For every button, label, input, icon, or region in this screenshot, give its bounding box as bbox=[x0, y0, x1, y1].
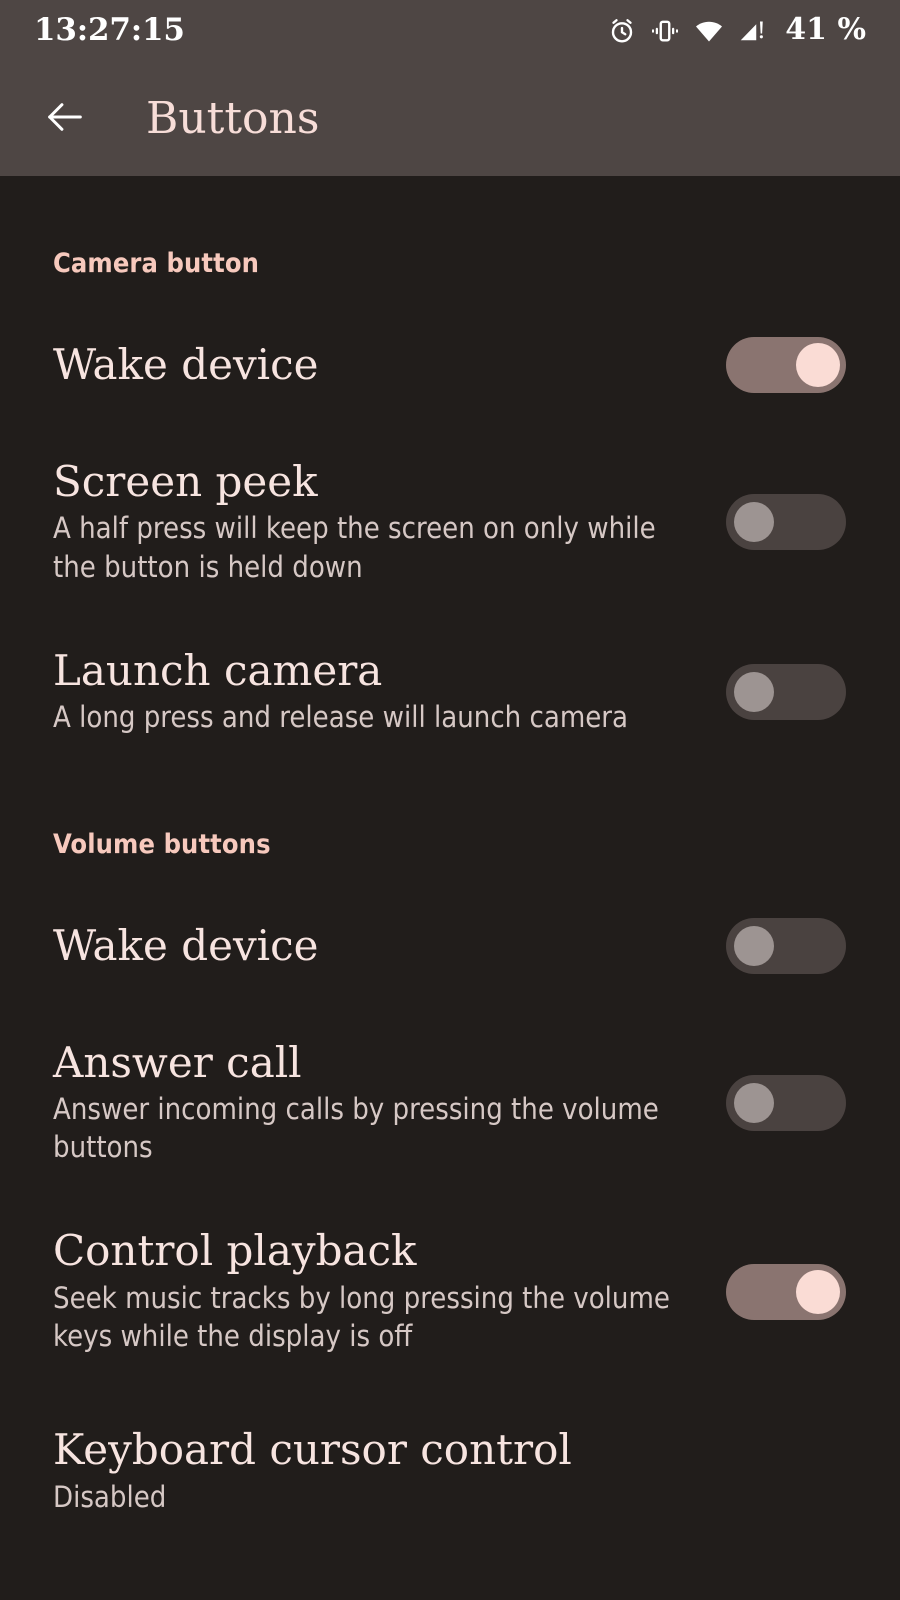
row-text: Keyboard cursor control Disabled bbox=[53, 1427, 846, 1516]
setting-row-control-playback[interactable]: Control playback Seek music tracks by lo… bbox=[0, 1228, 900, 1355]
toggle-camera-wake-device[interactable] bbox=[726, 337, 846, 393]
wifi-icon bbox=[693, 16, 725, 46]
setting-title: Answer call bbox=[53, 1037, 302, 1087]
setting-row-volume-wake-device[interactable]: Wake device bbox=[0, 917, 900, 974]
alarm-icon bbox=[607, 16, 637, 46]
settings-list[interactable]: Camera button Wake device Screen peek A … bbox=[0, 176, 900, 1600]
page-title: Buttons bbox=[146, 93, 320, 144]
status-icon-group: 41 % bbox=[607, 15, 866, 47]
toggle-volume-wake-device[interactable] bbox=[726, 917, 846, 974]
toggle-knob bbox=[796, 343, 840, 387]
setting-row-answer-call[interactable]: Answer call Answer incoming calls by pre… bbox=[0, 1037, 900, 1167]
row-text: Wake device bbox=[53, 920, 726, 970]
battery-percentage: 41 % bbox=[785, 12, 866, 47]
setting-title: Wake device bbox=[53, 340, 319, 390]
toggle-screen-peek[interactable] bbox=[726, 494, 846, 551]
setting-description: A long press and release will launch cam… bbox=[53, 700, 629, 735]
status-bar: 13:27:15 41 % bbox=[0, 0, 900, 62]
vibrate-icon bbox=[650, 16, 680, 46]
toggle-knob bbox=[734, 925, 774, 966]
row-text: Answer call Answer incoming calls by pre… bbox=[53, 1037, 726, 1167]
setting-title: Control playback bbox=[53, 1226, 417, 1276]
row-text: Screen peek A half press will keep the s… bbox=[53, 459, 726, 586]
toggle-knob bbox=[796, 1269, 840, 1314]
setting-title: Launch camera bbox=[53, 645, 383, 695]
toggle-knob bbox=[734, 672, 774, 713]
setting-row-screen-peek[interactable]: Screen peek A half press will keep the s… bbox=[0, 459, 900, 586]
arrow-left-icon bbox=[42, 94, 88, 145]
toggle-answer-call[interactable] bbox=[726, 1074, 846, 1131]
back-button[interactable] bbox=[36, 90, 94, 148]
row-text: Wake device bbox=[53, 340, 726, 390]
section-header-volume-buttons: Volume buttons bbox=[53, 828, 271, 860]
setting-description: Seek music tracks by long pressing the v… bbox=[53, 1280, 670, 1354]
setting-title: Keyboard cursor control bbox=[53, 1425, 572, 1475]
cellular-signal-warning-icon bbox=[738, 16, 768, 46]
row-text: Launch camera A long press and release w… bbox=[53, 648, 726, 737]
section-header-camera-button: Camera button bbox=[53, 248, 260, 279]
row-text: Control playback Seek music tracks by lo… bbox=[53, 1228, 726, 1355]
setting-description: Answer incoming calls by pressing the vo… bbox=[53, 1091, 659, 1165]
setting-title: Screen peek bbox=[53, 457, 318, 506]
setting-row-launch-camera[interactable]: Launch camera A long press and release w… bbox=[0, 648, 900, 737]
setting-row-camera-wake-device[interactable]: Wake device bbox=[0, 337, 900, 393]
toggle-control-playback[interactable] bbox=[726, 1263, 846, 1320]
setting-row-keyboard-cursor-control[interactable]: Keyboard cursor control Disabled bbox=[0, 1427, 900, 1516]
setting-title: Wake device bbox=[53, 920, 319, 970]
settings-screen: 13:27:15 41 % Buttons Camera button Wake… bbox=[0, 0, 900, 1600]
app-bar: Buttons bbox=[0, 62, 900, 176]
status-clock: 13:27:15 bbox=[34, 11, 185, 48]
toggle-knob bbox=[734, 502, 774, 543]
toggle-knob bbox=[734, 1082, 774, 1123]
toggle-launch-camera[interactable] bbox=[726, 664, 846, 721]
setting-description: A half press will keep the screen on onl… bbox=[53, 511, 656, 584]
setting-description: Disabled bbox=[53, 1479, 167, 1514]
